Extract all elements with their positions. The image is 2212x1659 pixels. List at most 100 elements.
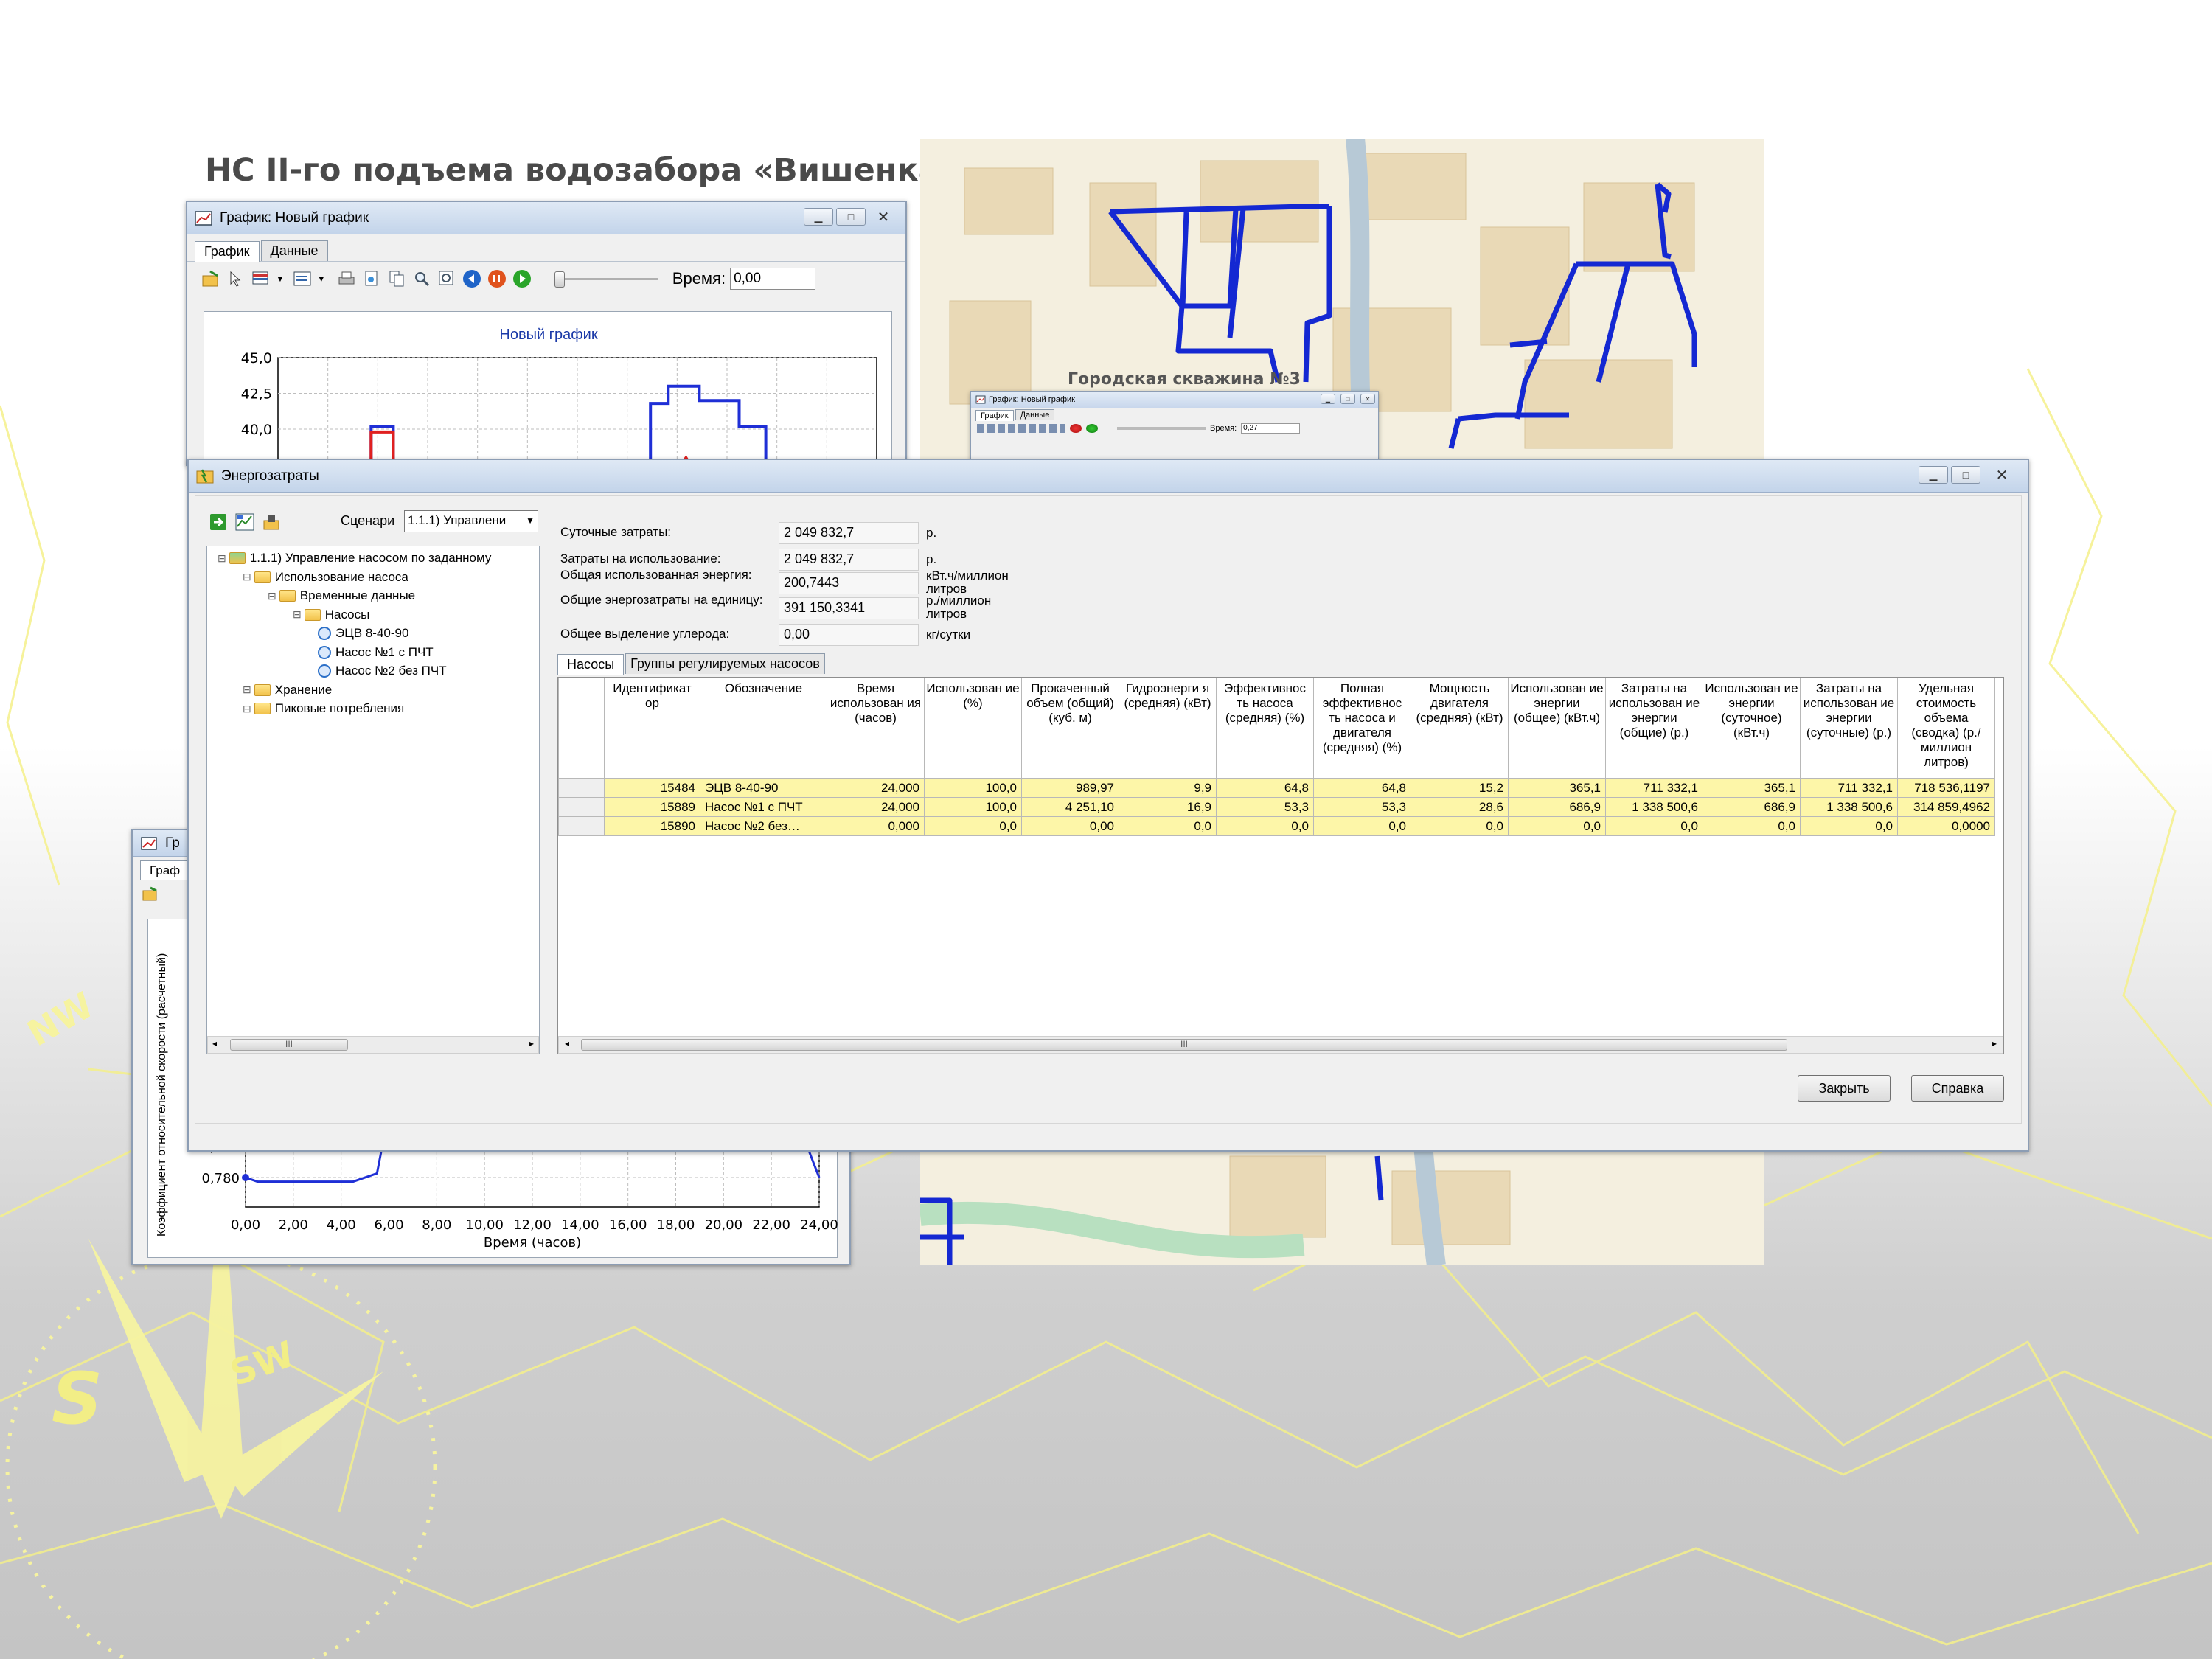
column-header[interactable]: Использован ие энергии (суточное) (кВт.ч… <box>1703 678 1801 779</box>
table-row[interactable]: 15484 ЭЦВ 8-40-90 24,000 100,0 989,97 9,9 64,8… <box>558 778 1995 798</box>
tab-graph[interactable]: График <box>195 241 260 262</box>
table-scroll-thumb[interactable]: III <box>581 1039 1787 1051</box>
play-icon[interactable] <box>512 268 532 289</box>
scroll-left-icon[interactable]: ◂ <box>565 1038 569 1048</box>
tab-pump-groups[interactable]: Группы регулируемых насосов <box>625 653 825 674</box>
tree-item[interactable]: ⊟ Пиковые потребления <box>243 701 404 716</box>
rewind-icon[interactable] <box>462 268 482 289</box>
help-button[interactable]: Справка <box>1911 1075 2004 1102</box>
play-icon[interactable] <box>1086 424 1098 433</box>
tree-item[interactable]: ⊟ Хранение <box>243 683 332 698</box>
close-button[interactable]: ✕ <box>1360 394 1375 404</box>
column-header[interactable]: Использован ие энергии (общее) (кВт.ч) <box>1508 678 1606 779</box>
column-header[interactable]: Идентификат ор <box>604 678 700 779</box>
close-button[interactable]: ✕ <box>1983 466 2020 484</box>
tab-data[interactable]: Данные <box>1015 409 1055 420</box>
expand-icon[interactable]: ⊟ <box>243 571 251 583</box>
zoom-icon[interactable] <box>411 268 432 289</box>
expand-icon[interactable]: ⊟ <box>218 552 226 565</box>
expand-icon[interactable]: ⊟ <box>293 608 302 621</box>
folder-icon <box>254 703 271 714</box>
column-header[interactable]: Затраты на использован ие энергии (общие… <box>1605 678 1703 779</box>
slider-thumb[interactable] <box>554 271 565 288</box>
scroll-left-icon[interactable]: ◂ <box>212 1038 217 1048</box>
pumps-table[interactable]: Идентификат ор Обозначение Время использов… <box>558 678 1995 836</box>
list-icon[interactable] <box>292 268 313 289</box>
tree-item[interactable]: ⊟ Временные данные <box>268 588 415 603</box>
column-header[interactable]: Мощность двигателя (средняя) (кВт) <box>1411 678 1509 779</box>
column-header[interactable]: Эффективнос ть насоса (средняя) (%) <box>1216 678 1314 779</box>
chevron-down-icon[interactable]: ▼ <box>526 515 535 526</box>
maximize-button[interactable]: □ <box>1951 466 1980 484</box>
scroll-right-icon[interactable]: ▸ <box>1992 1038 1997 1048</box>
expand-icon[interactable]: ⊟ <box>243 703 251 715</box>
close-button[interactable]: ✕ <box>869 208 898 226</box>
scenario-select[interactable]: 1.1.1) Управлени ▼ <box>404 510 538 532</box>
row-header[interactable] <box>558 797 605 817</box>
tab-pumps[interactable]: Насосы <box>557 654 625 675</box>
energy-window[interactable]: Энергозатраты ▁ □ ✕ Сценари 1.1.1) Управ… <box>187 459 2029 1152</box>
tree-item[interactable]: ⊟ Насосы <box>293 608 369 622</box>
column-header[interactable]: Обозначение <box>700 678 827 779</box>
pumps-table-panel[interactable]: Идентификат ор Обозначение Время использов… <box>557 677 2004 1054</box>
tree-item[interactable]: ЭЦВ 8-40-90 <box>318 626 408 641</box>
pause-icon[interactable] <box>487 268 507 289</box>
table-row[interactable]: 15889 Насос №1 с ПЧТ 24,000 100,0 4 251,10 16… <box>558 797 1995 817</box>
table-row[interactable]: 15890 Насос №2 без… 0,000 0,0 0,00 0,0 0,0 0,0 0… <box>558 816 1995 836</box>
time-slider[interactable] <box>554 271 658 288</box>
cursor-icon[interactable] <box>226 268 246 289</box>
expand-icon[interactable]: ⊟ <box>243 684 251 696</box>
minimize-button[interactable]: ▁ <box>804 208 833 226</box>
graph-window[interactable]: График: Новый график ▁ □ ✕ График Данные … <box>186 201 907 467</box>
tree-item-label: Использование насоса <box>274 569 408 584</box>
run-icon[interactable] <box>208 512 229 532</box>
column-header[interactable]: Использован ие (%) <box>924 678 1022 779</box>
tree-horizontal-scrollbar[interactable]: ◂ III ▸ <box>207 1036 539 1054</box>
column-header[interactable]: Удельная стоимость объема (сводка) (р./м… <box>1897 678 1995 779</box>
x-tick-label: 20,00 <box>705 1217 743 1233</box>
export-icon[interactable] <box>261 512 282 532</box>
small-toolbar-icons[interactable] <box>977 424 1065 433</box>
tree-item[interactable]: ⊟ 1.1.1) Управление насосом по заданному <box>218 551 491 566</box>
tab-graph[interactable]: Граф <box>140 860 190 880</box>
chart-icon[interactable] <box>234 512 255 532</box>
expand-icon[interactable]: ⊟ <box>268 590 276 602</box>
tab-data[interactable]: Данные <box>260 240 328 261</box>
maximize-button[interactable]: □ <box>1340 394 1355 404</box>
column-header[interactable]: Прокаченный объем (общий) (куб. м) <box>1021 678 1119 779</box>
table-cell: ЭЦВ 8-40-90 <box>700 778 827 798</box>
pause-icon[interactable] <box>1070 424 1082 433</box>
minimize-button[interactable]: ▁ <box>1919 466 1948 484</box>
table-horizontal-scrollbar[interactable]: ◂ III ▸ <box>558 1036 2003 1054</box>
scroll-right-icon[interactable]: ▸ <box>529 1038 534 1048</box>
time-slider[interactable] <box>1117 427 1206 430</box>
small-graph-window[interactable]: График: Новый график ▁ □ ✕ График Данные … <box>970 391 1379 465</box>
export-icon[interactable] <box>361 268 382 289</box>
scenario-tree[interactable]: ⊟ 1.1.1) Управление насосом по заданному ⊟… <box>206 546 540 1054</box>
row-header[interactable] <box>558 778 605 798</box>
column-header[interactable]: Затраты на использован ие энергии (суточ… <box>1800 678 1898 779</box>
row-header[interactable] <box>558 816 605 836</box>
layers-icon[interactable] <box>251 268 271 289</box>
open-icon[interactable] <box>140 884 161 905</box>
column-header[interactable]: Время использован ия (часов) <box>827 678 925 779</box>
column-header[interactable]: Полная эффективнос ть насоса и двигателя… <box>1313 678 1411 779</box>
tree-scroll-thumb[interactable]: III <box>230 1039 348 1051</box>
time-input[interactable]: 0,00 <box>730 267 816 290</box>
print-icon[interactable] <box>336 268 357 289</box>
chevron-down-icon[interactable]: ▼ <box>317 274 326 284</box>
tree-item[interactable]: ⊟ Использование насоса <box>243 570 408 585</box>
zoom-in-icon[interactable] <box>437 268 457 289</box>
close-dialog-button[interactable]: Закрыть <box>1798 1075 1891 1102</box>
energy-tabs[interactable]: Насосы Группы регулируемых насосов <box>557 653 827 675</box>
tree-item[interactable]: Насос №1 с ПЧТ <box>318 645 434 660</box>
tree-item[interactable]: Насос №2 без ПЧТ <box>318 664 447 678</box>
minimize-button[interactable]: ▁ <box>1321 394 1335 404</box>
column-header[interactable]: Гидроэнерги я (средняя) (кВт) <box>1119 678 1217 779</box>
tab-graph[interactable]: График <box>975 410 1014 421</box>
copy-icon[interactable] <box>386 268 407 289</box>
small-time-input[interactable]: 0,27 <box>1241 423 1301 434</box>
maximize-button[interactable]: □ <box>836 208 866 226</box>
chevron-down-icon[interactable]: ▼ <box>276 274 285 284</box>
open-icon[interactable] <box>201 268 221 289</box>
